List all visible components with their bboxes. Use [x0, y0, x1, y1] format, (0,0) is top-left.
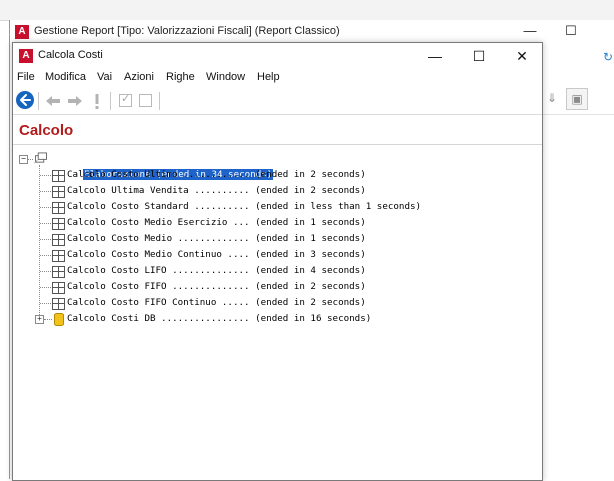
tree-item-costo-ultimo[interactable]: Calcolo Costo Ultimo ............ (ended… [67, 167, 366, 183]
table-icon [52, 282, 65, 294]
table-icon [52, 250, 65, 262]
background-divider [542, 114, 614, 115]
table-icon [52, 234, 65, 246]
toolbar: ✓ [13, 88, 542, 115]
tree-item-costo-medio-continuo[interactable]: Calcolo Costo Medio Continuo .... (ended… [67, 247, 366, 263]
toolbar-separator [110, 92, 111, 110]
tree-item-costo-standard[interactable]: Calcolo Costo Standard .......... (ended… [67, 199, 421, 215]
maximize-button[interactable]: ☐ [465, 46, 493, 66]
table-icon [52, 218, 65, 230]
menu-bar: File Modifica Vai Azioni Righe Window He… [13, 69, 542, 87]
menu-righe[interactable]: Righe [166, 71, 195, 83]
database-icon [54, 313, 64, 326]
background-minimize-button[interactable]: — [520, 23, 540, 39]
tree-item-costo-medio-esercizio[interactable]: Calcolo Costo Medio Esercizio ... (ended… [67, 215, 366, 231]
toolbar-separator [38, 92, 39, 110]
menu-azioni[interactable]: Azioni [124, 71, 154, 83]
checkbox-icon[interactable] [139, 94, 152, 107]
menu-window[interactable]: Window [206, 71, 245, 83]
tree-item-costi-db[interactable]: Calcolo Costi DB ................ (ended… [67, 311, 371, 327]
process-tree: − Elaborazione (ended in 34 seconds) Cal… [13, 151, 542, 471]
menu-file[interactable]: File [17, 71, 35, 83]
menu-vai[interactable]: Vai [97, 71, 112, 83]
background-maximize-button[interactable]: ☐ [561, 23, 581, 39]
menu-help[interactable]: Help [257, 71, 280, 83]
calcola-costi-window: A Calcola Costi — ☐ ✕ File Modifica Vai … [12, 42, 543, 481]
menu-modifica[interactable]: Modifica [45, 71, 86, 83]
arrow-left-icon[interactable] [43, 91, 63, 111]
background-titlebar[interactable]: A Gestione Report [Tipo: Valorizzazioni … [10, 20, 614, 44]
back-icon[interactable] [16, 91, 34, 109]
app-logo-icon: A [19, 49, 33, 63]
checkbox-checked-icon[interactable]: ✓ [119, 93, 132, 107]
section-title: Calcolo [19, 122, 74, 139]
tree-item-costo-fifo-continuo[interactable]: Calcolo Costo FIFO Continuo ..... (ended… [67, 295, 366, 311]
tree-item-costo-lifo[interactable]: Calcolo Costo LIFO .............. (ended… [67, 263, 366, 279]
arrow-right-icon[interactable] [65, 91, 85, 111]
background-top-strip [0, 0, 614, 21]
image-icon[interactable]: ▣ [566, 88, 588, 110]
table-icon [52, 266, 65, 278]
background-window-title: Gestione Report [Tipo: Valorizzazioni Fi… [34, 25, 340, 37]
exclamation-icon[interactable] [91, 91, 103, 111]
tree-item-costo-medio[interactable]: Calcolo Costo Medio ............. (ended… [67, 231, 366, 247]
background-toolbar: ⇓ ▣ [542, 85, 614, 113]
tree-root-row[interactable]: Elaborazione (ended in 34 seconds) [50, 151, 274, 180]
table-icon [52, 298, 65, 310]
expand-toggle[interactable]: + [35, 314, 44, 324]
refresh-icon[interactable]: ↻ [603, 50, 614, 64]
tree-item-costo-fifo[interactable]: Calcolo Costo FIFO .............. (ended… [67, 279, 366, 295]
close-button[interactable]: ✕ [508, 46, 536, 66]
tree-item-ultima-vendita[interactable]: Calcolo Ultima Vendita .......... (ended… [67, 183, 366, 199]
table-icon [52, 186, 65, 198]
window-title: Calcola Costi [38, 49, 103, 61]
table-icon [52, 202, 65, 214]
section-divider [13, 144, 542, 145]
window-titlebar[interactable]: A Calcola Costi — ☐ ✕ [13, 43, 542, 69]
download-icon[interactable]: ⇓ [542, 88, 562, 108]
app-logo-icon: A [15, 25, 29, 39]
process-icon [34, 152, 47, 164]
table-icon [52, 170, 65, 182]
toolbar-separator [159, 92, 160, 110]
minimize-button[interactable]: — [421, 46, 449, 66]
